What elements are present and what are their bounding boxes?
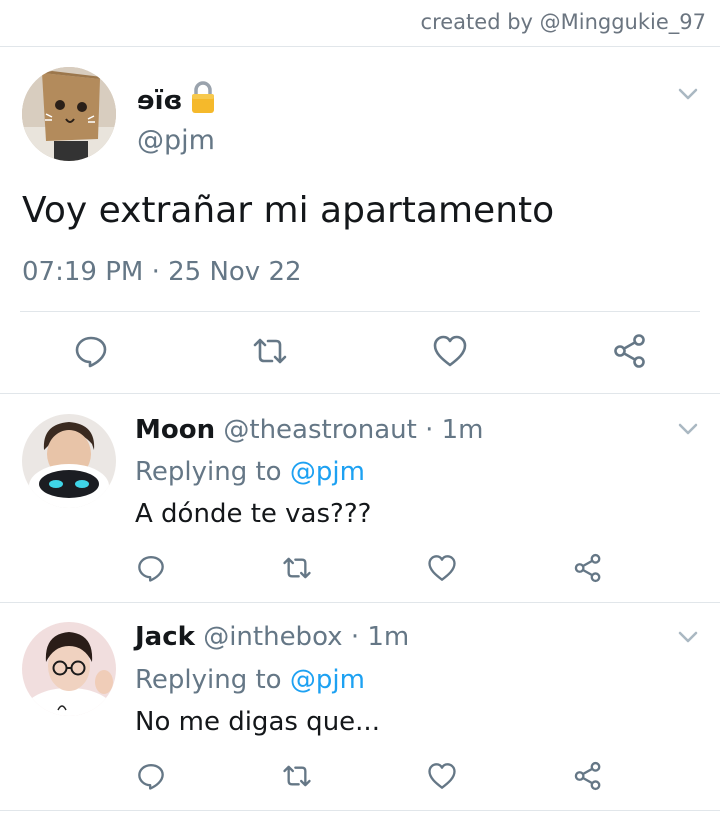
reply-time: · 1m <box>425 415 484 445</box>
retweet-icon[interactable] <box>282 761 312 791</box>
reply-time: · 1m <box>350 622 410 652</box>
reply-actions-bar <box>0 761 720 791</box>
retweet-icon[interactable] <box>282 553 312 583</box>
replying-to-mention[interactable]: @pjm <box>290 665 365 695</box>
reply-actions-bar <box>0 553 720 583</box>
top-divider <box>0 46 720 47</box>
divider <box>0 602 720 603</box>
share-icon[interactable] <box>573 553 603 583</box>
reply-icon[interactable] <box>73 333 109 369</box>
reply-handle[interactable]: @inthebox <box>203 622 342 652</box>
like-icon[interactable] <box>427 553 457 583</box>
reply-handle[interactable]: @theastronaut <box>223 415 416 445</box>
retweet-icon[interactable] <box>252 333 288 369</box>
like-icon[interactable] <box>427 761 457 791</box>
main-avatar[interactable] <box>22 67 116 161</box>
chevron-down-icon[interactable] <box>678 423 698 435</box>
chevron-down-icon[interactable] <box>678 631 698 643</box>
reply-icon[interactable] <box>136 761 166 791</box>
divider <box>0 810 720 811</box>
share-icon[interactable] <box>573 761 603 791</box>
like-icon[interactable] <box>432 333 468 369</box>
share-icon[interactable] <box>612 333 648 369</box>
replying-to-line: Replying to @pjm <box>135 665 365 695</box>
replying-to-mention[interactable]: @pjm <box>290 457 365 487</box>
lock-icon <box>190 80 216 114</box>
reply-text: No me digas que... <box>135 707 380 737</box>
reply-header: Moon @theastronaut · 1m <box>135 415 484 445</box>
main-tweet-text: Voy extrañar mi apartamento <box>22 190 555 231</box>
reply-text: A dónde te vas??? <box>135 499 372 529</box>
avatar-glasses-image <box>22 622 116 716</box>
divider <box>0 393 720 394</box>
reply-avatar[interactable] <box>22 622 116 716</box>
reply-header: Jack @inthebox · 1m <box>135 622 409 652</box>
main-timestamp[interactable]: 07:19 PM · 25 Nov 22 <box>22 257 302 287</box>
replying-to-line: Replying to @pjm <box>135 457 365 487</box>
reply-icon[interactable] <box>136 553 166 583</box>
avatar-paper-bag-image <box>22 67 116 161</box>
main-display-name[interactable]: ɘïɞ <box>137 86 183 116</box>
avatar-robot-image <box>22 414 116 508</box>
replying-to-label: Replying to <box>135 457 282 487</box>
replying-to-label: Replying to <box>135 665 282 695</box>
main-actions-divider <box>20 311 700 312</box>
main-actions-bar <box>0 333 720 369</box>
chevron-down-icon[interactable] <box>678 88 698 100</box>
creator-credit: created by @Minggukie_97 <box>420 10 706 34</box>
reply-avatar[interactable] <box>22 414 116 508</box>
main-handle[interactable]: @pjm <box>137 125 215 156</box>
reply-display-name[interactable]: Jack <box>135 622 195 652</box>
reply-display-name[interactable]: Moon <box>135 415 215 445</box>
